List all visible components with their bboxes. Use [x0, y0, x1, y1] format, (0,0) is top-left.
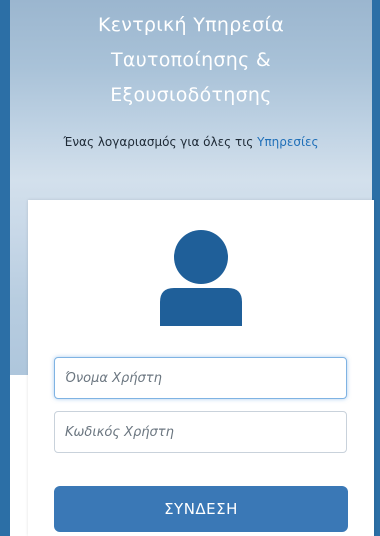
login-page: Κεντρική Υπηρεσία Ταυτοποίησης & Εξουσιο… — [0, 0, 380, 536]
title-line-2: Ταυτοποίησης & — [110, 49, 271, 71]
subtitle: Ένας λογαριασμός για όλες τις Υπηρεσίες — [10, 135, 372, 149]
password-input[interactable] — [54, 411, 347, 453]
username-input[interactable] — [54, 357, 347, 399]
login-button[interactable]: ΣΥΝΔΕΣΗ — [54, 486, 348, 532]
frame-border-left — [0, 0, 10, 536]
subtitle-text: Ένας λογαριασμός για όλες τις — [63, 135, 258, 149]
page-title: Κεντρική Υπηρεσία Ταυτοποίησης & Εξουσιο… — [10, 8, 372, 113]
services-link[interactable]: Υπηρεσίες — [257, 135, 318, 149]
title-line-1: Κεντρική Υπηρεσία — [97, 14, 285, 36]
user-icon — [160, 230, 242, 326]
title-line-3: Εξουσιοδότησης — [110, 84, 272, 106]
